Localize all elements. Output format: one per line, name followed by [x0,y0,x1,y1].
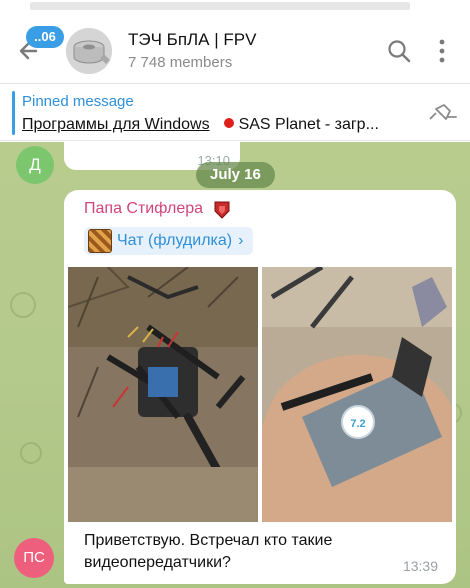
crashed-drone-photo [68,267,258,522]
pinned-preview: SAS Planet - загр... [238,116,379,133]
message-text: Приветствую. Встречал кто такие видеопер… [84,532,333,571]
tape-roll-icon [66,28,112,74]
status-bar-line [30,2,410,10]
red-circle-icon [223,118,234,128]
pinned-label: Pinned message [22,93,134,110]
video-transmitter-photo: 7.2 [262,267,452,522]
search-button[interactable] [386,38,412,64]
background-doodle [20,442,42,464]
unpin-button[interactable] [424,101,458,125]
chat-title[interactable]: ТЭЧ БпЛА | FPV [128,30,256,50]
photo-attachment[interactable]: 7.2 [262,267,452,522]
sender-avatar[interactable]: ПС [14,538,54,578]
unpin-icon [429,104,457,120]
chat-area[interactable]: 13:10 Д July 16 Папа Стифлера Чат (флуди… [0,142,470,588]
pinned-text: Программы для Windows SAS Planet - загр..… [22,116,379,134]
topic-icon [88,229,112,253]
message-bubble[interactable]: Папа Стифлера Чат (флудилка) › 7.2 Приве… [64,190,456,584]
more-menu-button[interactable] [432,36,452,66]
shield-badge-icon [214,201,230,219]
channel-avatar[interactable] [66,28,112,74]
unread-count-badge: ..06 [26,26,64,48]
photo-attachment[interactable] [68,267,258,522]
search-icon [388,40,411,63]
pinned-message-bar[interactable]: Pinned message Программы для Windows SAS … [0,85,470,141]
pinned-link[interactable]: Программы для Windows [22,116,210,133]
chat-header: ..06 ТЭЧ БпЛА | FPV 7 748 members [0,16,470,84]
status-bar [0,0,470,16]
topic-tag[interactable]: Чат (флудилка) › [84,227,254,255]
message-sender[interactable]: Папа Стифлера [84,200,203,218]
topic-name: Чат (флудилка) [117,232,233,249]
svg-text:7.2: 7.2 [350,418,365,430]
sender-avatar[interactable]: Д [16,146,54,184]
member-count: 7 748 members [128,54,233,71]
message-time: 13:39 [402,558,438,574]
more-vertical-icon [439,39,445,63]
background-doodle [10,292,36,318]
pinned-indicator [12,91,15,135]
chevron-right-icon: › [238,232,244,249]
date-separator: July 16 [196,162,275,188]
